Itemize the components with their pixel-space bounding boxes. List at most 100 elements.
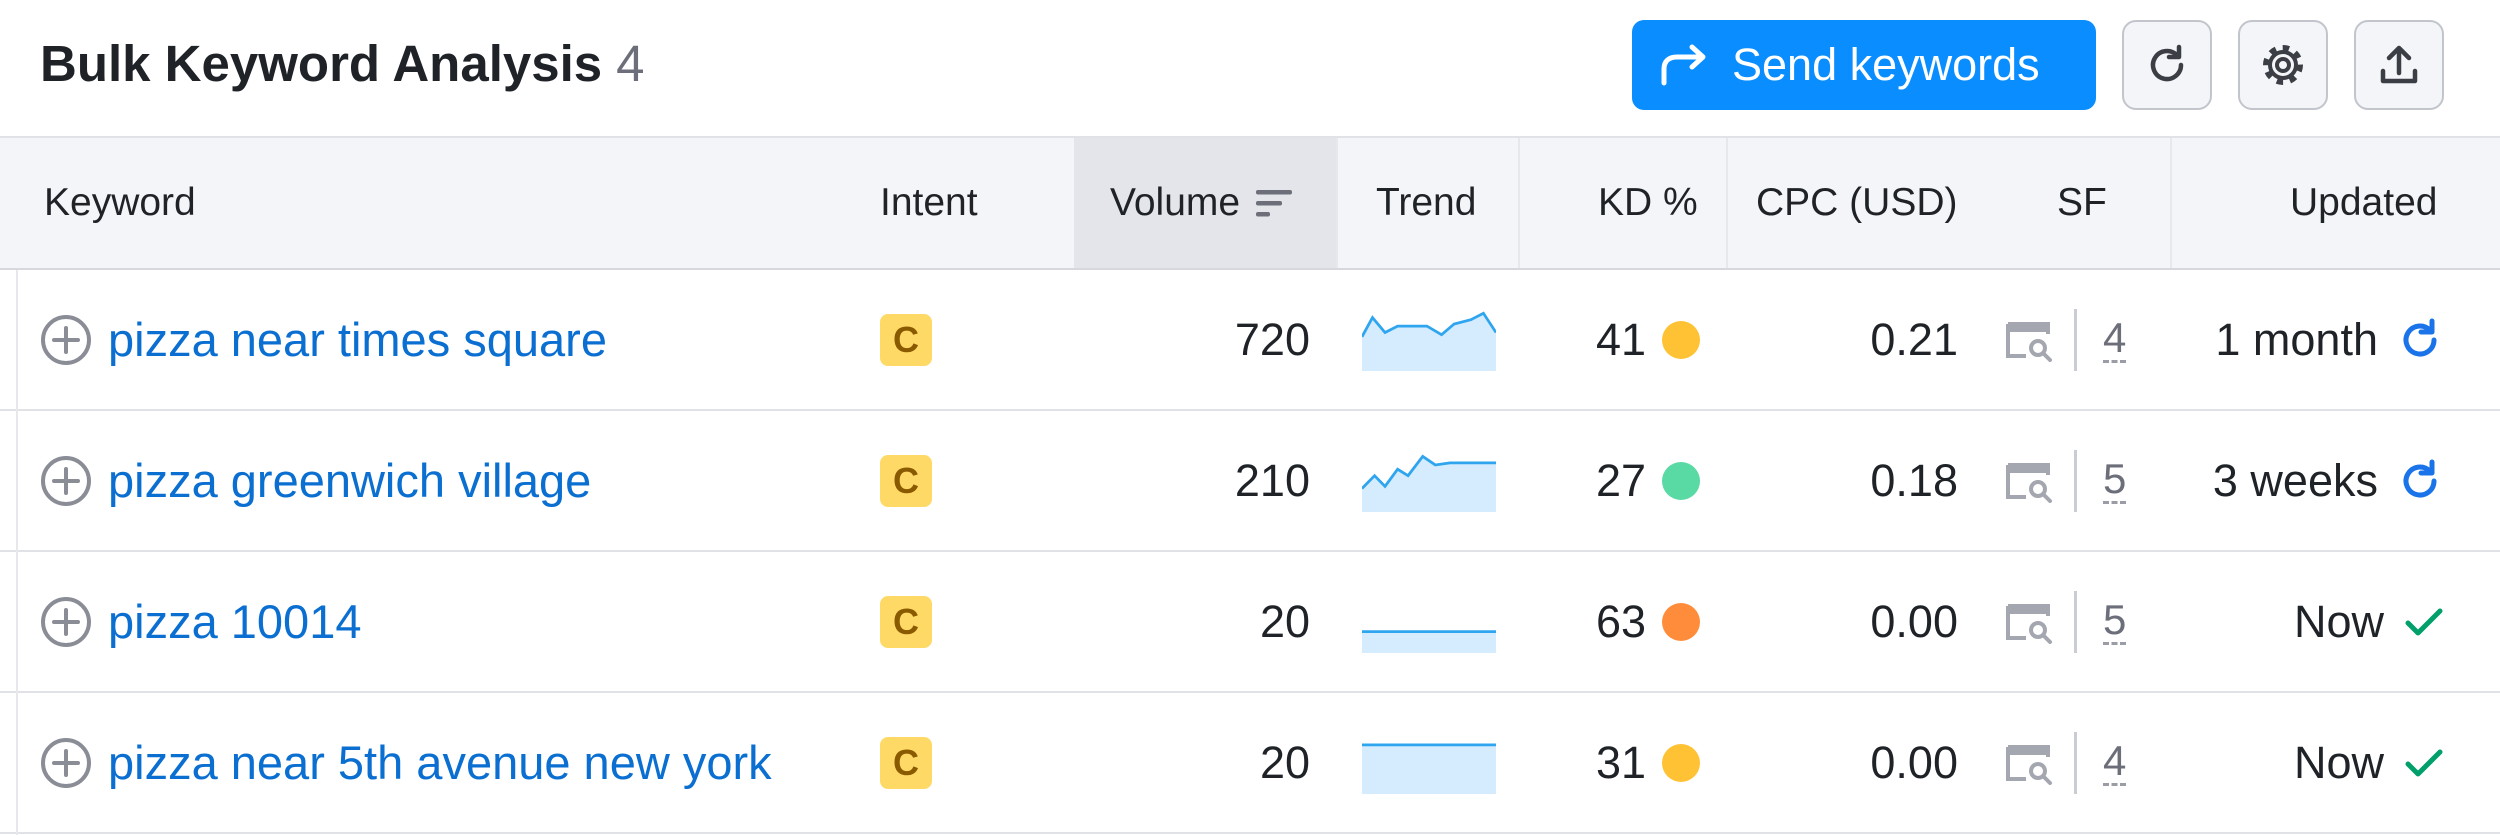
sf-cell: 4: [2004, 270, 2127, 409]
kd-value: 31: [1595, 736, 1646, 788]
cpc-value: 0.18: [1870, 454, 1958, 506]
volume-cell: 720: [1074, 270, 1310, 409]
add-keyword-icon[interactable]: [40, 737, 92, 789]
keyword-link[interactable]: pizza near times square: [108, 312, 607, 367]
kd-cell: 31: [1540, 693, 1700, 832]
add-keyword-icon[interactable]: [40, 314, 92, 366]
table-left-border: [16, 270, 18, 835]
updated-value: 3 weeks: [2212, 454, 2378, 506]
trend-sparkline: [1362, 629, 1496, 653]
send-keywords-button[interactable]: Send keywords: [1632, 20, 2096, 110]
cpc-cell: 0.21: [1730, 270, 1958, 409]
keyword-link[interactable]: pizza near 5th avenue new york: [108, 735, 772, 790]
cpc-value: 0.21: [1870, 313, 1958, 365]
updated-cell: 3 weeks: [2180, 411, 2444, 550]
intent-badge[interactable]: C: [880, 313, 932, 366]
add-keyword-icon[interactable]: [40, 596, 92, 648]
keyword-cell: pizza near times square: [40, 270, 607, 409]
volume-value: 210: [1234, 454, 1310, 506]
forward-arrow-icon: [1661, 44, 1706, 86]
sf-divider: [2074, 449, 2077, 512]
volume-value: 20: [1259, 595, 1310, 647]
kd-dot: [1662, 602, 1700, 641]
add-keyword-icon[interactable]: [40, 455, 92, 507]
table-row: pizza near times square C 720 41 0.21 4 …: [0, 270, 2500, 411]
kd-dot: [1662, 320, 1700, 359]
column-divider: [1518, 138, 1520, 268]
kd-cell: 63: [1540, 552, 1700, 691]
intent-cell: C: [880, 411, 932, 550]
kd-value: 63: [1595, 595, 1646, 647]
sf-cell: 4: [2004, 693, 2127, 832]
serp-features-icon[interactable]: [2004, 459, 2056, 503]
serp-features-icon[interactable]: [2004, 741, 2056, 785]
sf-cell: 5: [2004, 411, 2127, 550]
column-keyword[interactable]: Keyword: [44, 138, 196, 268]
table-row: pizza near 5th avenue new york C 20 31 0…: [0, 693, 2500, 834]
volume-value: 720: [1234, 313, 1310, 365]
column-kd[interactable]: KD %: [1598, 138, 1698, 268]
updated-value: Now: [2293, 736, 2384, 788]
keyword-cell: pizza near 5th avenue new york: [40, 693, 772, 832]
trend-sparkline: [1362, 742, 1496, 794]
intent-badge[interactable]: C: [880, 454, 932, 507]
sf-divider: [2074, 308, 2077, 371]
serp-features-icon[interactable]: [2004, 318, 2056, 362]
check-icon: [2405, 749, 2443, 776]
column-trend[interactable]: Trend: [1376, 138, 1476, 268]
keyword-cell: pizza greenwich village: [40, 411, 591, 550]
page-title-text: Bulk Keyword Analysis: [40, 35, 603, 92]
keyword-cell: pizza 10014: [40, 552, 361, 691]
kd-cell: 27: [1540, 411, 1700, 550]
send-keywords-label: Send keywords: [1732, 39, 2040, 90]
refresh-button[interactable]: [2122, 20, 2212, 110]
refresh-icon[interactable]: [2396, 316, 2444, 364]
trend-cell: [1362, 270, 1496, 409]
settings-button[interactable]: [2238, 20, 2328, 110]
trend-sparkline: [1362, 310, 1496, 371]
cpc-cell: 0.00: [1730, 693, 1958, 832]
column-cpc[interactable]: CPC (USD): [1756, 138, 1958, 268]
keyword-count: 4: [616, 35, 645, 92]
intent-badge[interactable]: C: [880, 736, 932, 789]
table-row: pizza greenwich village C 210 27 0.18 5 …: [0, 411, 2500, 552]
sort-descending-icon: [1256, 190, 1293, 217]
cpc-cell: 0.18: [1730, 411, 1958, 550]
refresh-icon: [2150, 44, 2184, 82]
intent-badge[interactable]: C: [880, 595, 932, 648]
intent-cell: C: [880, 552, 932, 691]
sf-divider: [2074, 590, 2077, 653]
column-updated[interactable]: Updated: [2290, 138, 2437, 268]
kd-dot: [1662, 743, 1700, 782]
updated-cell: Now: [2180, 693, 2444, 832]
cpc-value: 0.00: [1870, 595, 1958, 647]
sf-count[interactable]: 5: [2103, 457, 2127, 504]
volume-cell: 20: [1074, 693, 1310, 832]
cpc-value: 0.00: [1870, 736, 1958, 788]
page-header: Bulk Keyword Analysis 4 Send keywords: [0, 0, 2500, 136]
page-title: Bulk Keyword Analysis 4: [40, 34, 645, 94]
refresh-icon[interactable]: [2396, 457, 2444, 505]
table-header: Keyword Intent Volume Trend KD % CPC (US…: [0, 136, 2500, 270]
column-sf[interactable]: SF: [2057, 138, 2107, 268]
export-button[interactable]: [2354, 20, 2444, 110]
trend-cell: [1362, 693, 1496, 832]
sf-count[interactable]: 4: [2103, 316, 2127, 363]
cpc-cell: 0.00: [1730, 552, 1958, 691]
sf-cell: 5: [2004, 552, 2127, 691]
column-divider: [1336, 138, 1338, 268]
sf-count[interactable]: 5: [2103, 598, 2127, 645]
volume-value: 20: [1259, 736, 1310, 788]
kd-dot: [1662, 461, 1700, 500]
column-divider: [2170, 138, 2172, 268]
keyword-link[interactable]: pizza greenwich village: [108, 453, 591, 508]
column-intent[interactable]: Intent: [880, 138, 978, 268]
column-volume[interactable]: Volume: [1074, 138, 1336, 268]
serp-features-icon[interactable]: [2004, 600, 2056, 644]
keyword-link[interactable]: pizza 10014: [108, 594, 361, 649]
sf-count[interactable]: 4: [2103, 739, 2127, 786]
updated-cell: 1 month: [2180, 270, 2444, 409]
table-row: pizza 10014 C 20 63 0.00 5 Now: [0, 552, 2500, 693]
trend-cell: [1362, 552, 1496, 691]
column-volume-label: Volume: [1110, 181, 1241, 224]
